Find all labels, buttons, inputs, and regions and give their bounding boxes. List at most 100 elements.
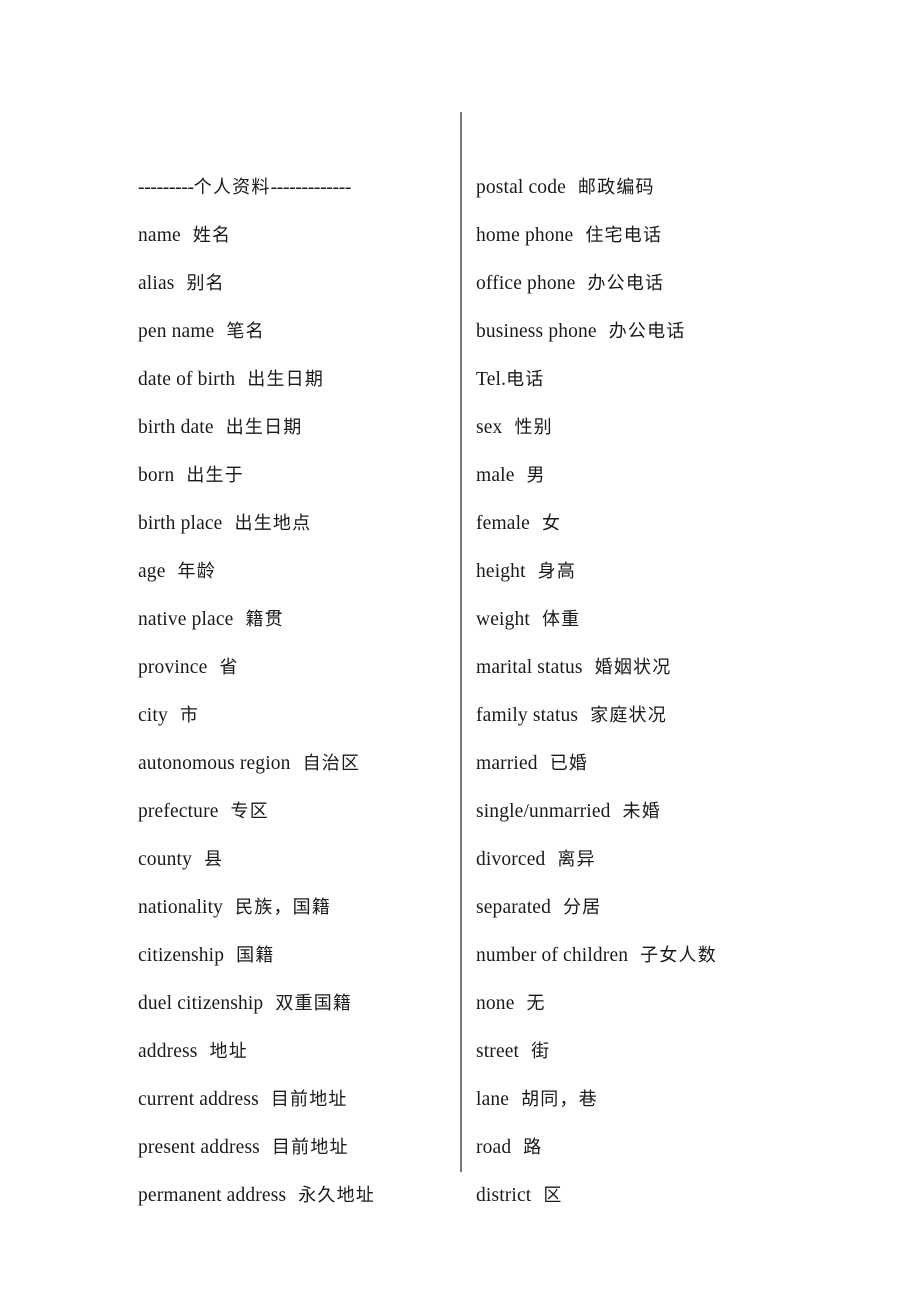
- entry-term-en: birth date: [138, 417, 214, 438]
- glossary-entry: address 地址: [138, 1028, 438, 1076]
- entry-term-zh: 别名: [186, 273, 225, 294]
- entry-term-en: duel citizenship: [138, 993, 264, 1014]
- glossary-entry: lane 胡同，巷: [476, 1076, 806, 1124]
- entry-term-en: office phone: [476, 273, 576, 294]
- header-leading-dashes: ---------: [138, 177, 194, 198]
- entry-term-zh: 省: [219, 657, 239, 678]
- entry-term-zh: 市: [179, 705, 200, 726]
- entry-term-en: county: [138, 849, 192, 870]
- entry-term-en: district: [476, 1185, 532, 1206]
- entry-term-zh: 婚姻状况: [594, 657, 672, 678]
- glossary-entry: sex 性别: [476, 404, 806, 452]
- glossary-entry: married 已婚: [476, 740, 806, 788]
- glossary-entry: permanent address 永久地址: [138, 1172, 438, 1220]
- entry-term-en: pen name: [138, 321, 215, 342]
- left-column: ---------个人资料------------- name 姓名 alias 别名…: [138, 164, 438, 1220]
- entry-term-en: business phone: [476, 321, 597, 342]
- glossary-entry: birth date 出生日期: [138, 404, 438, 452]
- entry-term-zh: 笔名: [226, 321, 265, 342]
- glossary-entry: home phone 住宅电话: [476, 212, 806, 260]
- glossary-entry: age 年龄: [138, 548, 438, 596]
- glossary-entry: street 街: [476, 1028, 806, 1076]
- header-trailing-dashes: -------------: [270, 177, 352, 198]
- glossary-entry: date of birth 出生日期: [138, 356, 438, 404]
- glossary-entry: pen name 笔名: [138, 308, 438, 356]
- entry-term-en: age: [138, 561, 166, 582]
- glossary-entry: native place 籍贯: [138, 596, 438, 644]
- glossary-entry: province 省: [138, 644, 438, 692]
- entry-term-zh: 已婚: [549, 753, 589, 774]
- entry-term-zh: 住宅电话: [585, 225, 663, 246]
- entry-term-zh: 出生于: [186, 465, 244, 486]
- entry-term-zh: 街: [531, 1041, 551, 1062]
- entry-term-zh: 性别: [514, 417, 553, 438]
- entry-term-zh: 永久地址: [298, 1185, 376, 1206]
- entry-term-zh: 办公电话: [608, 321, 686, 342]
- glossary-entry: present address 目前地址: [138, 1124, 438, 1172]
- glossary-entry: nationality 民族，国籍: [138, 884, 438, 932]
- right-column: postal code 邮政编码 home phone 住宅电话 office phon…: [476, 164, 806, 1220]
- glossary-entry: county 县: [138, 836, 438, 884]
- entry-term-en: marital status: [476, 657, 583, 678]
- glossary-entry: Tel.电话: [476, 356, 806, 404]
- entry-term-en: weight: [476, 609, 530, 630]
- entry-term-zh: 男: [526, 465, 546, 486]
- entry-term-zh: 年龄: [177, 561, 216, 582]
- header-label: 个人资料: [193, 177, 271, 198]
- section-header-personal-info: ---------个人资料-------------: [138, 164, 438, 212]
- entry-term-en: none: [476, 993, 515, 1014]
- entry-term-en: city: [138, 705, 168, 726]
- entry-term-en: height: [476, 561, 526, 582]
- entry-term-en: born: [138, 465, 175, 486]
- entry-term-en: lane: [476, 1089, 510, 1110]
- entry-term-zh: 县: [203, 849, 224, 870]
- entry-term-en: name: [138, 225, 181, 246]
- entry-term-en: nationality: [138, 897, 224, 918]
- entry-term-zh: 国籍: [236, 945, 275, 966]
- glossary-entry: born 出生于: [138, 452, 438, 500]
- entry-term-zh: 自治区: [302, 753, 361, 774]
- entry-term-zh: 分居: [562, 897, 602, 918]
- glossary-entry: none 无: [476, 980, 806, 1028]
- entry-term-zh: 子女人数: [640, 945, 717, 966]
- glossary-entry: prefecture 专区: [138, 788, 438, 836]
- entry-term-en: postal code: [476, 177, 566, 198]
- entry-term-zh: 地址: [209, 1041, 248, 1062]
- entry-term-zh: 目前地址: [270, 1089, 348, 1110]
- entry-term-zh: 家庭状况: [590, 705, 667, 726]
- entry-term-en: divorced: [476, 849, 546, 870]
- entry-term-zh: 专区: [230, 801, 269, 822]
- entry-term-zh: 双重国籍: [275, 993, 353, 1014]
- entry-term-en: address: [138, 1041, 198, 1062]
- glossary-entry: alias 别名: [138, 260, 438, 308]
- entry-term-zh: 姓名: [192, 225, 232, 246]
- entry-term-zh: 路: [523, 1137, 543, 1158]
- entry-term-en: autonomous region: [138, 753, 291, 774]
- glossary-entry: autonomous region 自治区: [138, 740, 438, 788]
- entry-term-en: street: [476, 1041, 520, 1062]
- glossary-entry: family status 家庭状况: [476, 692, 806, 740]
- glossary-entry: female 女: [476, 500, 806, 548]
- entry-term-zh: 无: [526, 993, 546, 1014]
- glossary-entry: citizenship 国籍: [138, 932, 438, 980]
- entry-term-zh: 身高: [537, 561, 577, 582]
- glossary-columns: ---------个人资料------------- name 姓名 alias 别名…: [0, 0, 920, 1302]
- entry-term-zh: 民族，国籍: [235, 897, 332, 918]
- entry-term-zh: 胡同，巷: [521, 1089, 598, 1110]
- entry-term-en: single/unmarried: [476, 801, 611, 822]
- glossary-entry: marital status 婚姻状况: [476, 644, 806, 692]
- entry-term-en: married: [476, 753, 538, 774]
- entry-term-en: home phone: [476, 225, 574, 246]
- entry-term-en: current address: [138, 1089, 259, 1110]
- glossary-entry: district 区: [476, 1172, 806, 1220]
- glossary-entry: height 身高: [476, 548, 806, 596]
- entry-term-zh: 出生地点: [234, 513, 312, 534]
- entry-term-zh: 离异: [557, 849, 596, 870]
- right-entry-list: postal code 邮政编码 home phone 住宅电话 office phon…: [476, 164, 806, 1220]
- glossary-entry: number of children 子女人数: [476, 932, 806, 980]
- entry-term-zh: 出生日期: [225, 417, 303, 438]
- entry-term-en: present address: [138, 1137, 260, 1158]
- entry-term-zh: 区: [543, 1185, 563, 1206]
- entry-term-en: province: [138, 657, 208, 678]
- entry-term-en: male: [476, 465, 515, 486]
